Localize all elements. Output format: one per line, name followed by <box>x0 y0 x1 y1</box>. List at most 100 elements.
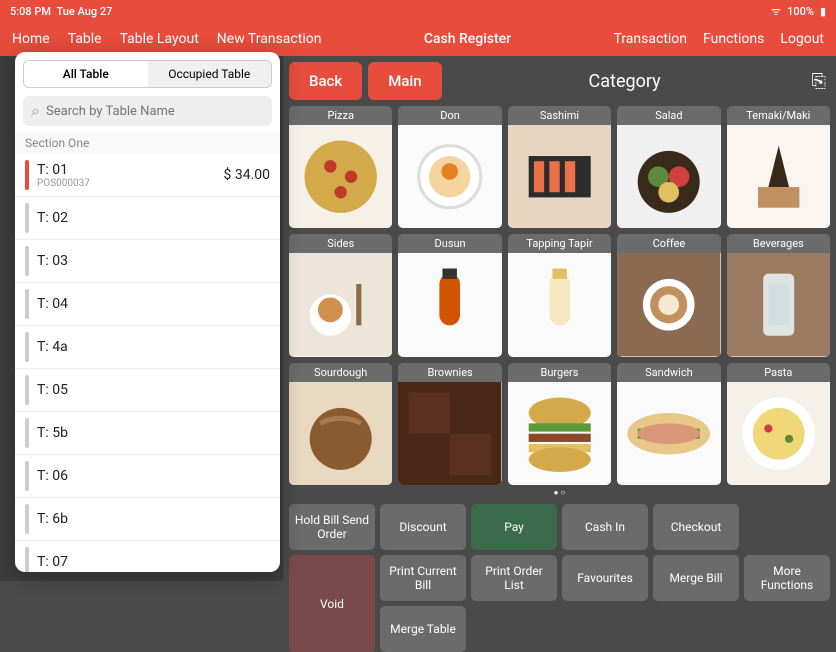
seg-all-table[interactable]: All Table <box>24 61 148 87</box>
category-tile[interactable]: Sourdough <box>289 363 392 485</box>
cash-in-button[interactable]: Cash In <box>562 504 648 550</box>
food-image <box>398 253 501 356</box>
checkout-button[interactable]: Checkout <box>653 504 739 550</box>
category-tile[interactable]: Sides <box>289 234 392 356</box>
category-tile[interactable]: Beverages <box>727 234 830 356</box>
status-bar-indicator <box>25 547 29 572</box>
nav-table-layout[interactable]: Table Layout <box>120 31 199 47</box>
food-image <box>617 253 720 356</box>
nav-new-transaction[interactable]: New Transaction <box>217 31 322 47</box>
page-title: Cash Register <box>321 31 613 47</box>
table-name: T: 03 <box>37 253 270 269</box>
food-image <box>617 382 720 485</box>
category-tile[interactable]: Dusun <box>398 234 501 356</box>
void-button[interactable]: Void <box>289 555 375 652</box>
page-dots: ● ○ <box>289 485 830 500</box>
status-bar-indicator <box>25 203 29 233</box>
status-bar-indicator <box>25 504 29 534</box>
back-button[interactable]: Back <box>289 62 362 100</box>
category-tile[interactable]: Tapping Tapir <box>508 234 611 356</box>
category-label: Sides <box>289 234 392 253</box>
table-row[interactable]: T: 05 <box>15 369 280 412</box>
discount-button[interactable]: Discount <box>380 504 466 550</box>
category-label: Pizza <box>289 106 392 125</box>
search-field[interactable]: ⌕ <box>23 96 272 126</box>
table-row[interactable]: T: 04 <box>15 283 280 326</box>
merge-bill-button[interactable]: Merge Bill <box>653 555 739 601</box>
table-name: T: 4a <box>37 339 270 355</box>
section-header: Section One <box>15 132 280 154</box>
wifi-icon: ᯤ <box>771 4 781 19</box>
category-tile[interactable]: Don <box>398 106 501 228</box>
category-label: Dusun <box>398 234 501 253</box>
status-bar: 5:08 PM Tue Aug 27 ᯤ100%▮ <box>0 0 836 22</box>
category-tile[interactable]: Salad <box>617 106 720 228</box>
food-image <box>289 253 392 356</box>
category-tile[interactable]: Brownies <box>398 363 501 485</box>
favourites-button[interactable]: Favourites <box>562 555 648 601</box>
category-tile[interactable]: Coffee <box>617 234 720 356</box>
category-label: Don <box>398 106 501 125</box>
table-name: T: 5b <box>37 425 270 441</box>
pay-button[interactable]: Pay <box>471 504 557 550</box>
nav-table[interactable]: Table <box>68 31 102 47</box>
food-image <box>727 125 830 228</box>
more-functions-button[interactable]: More Functions <box>744 555 830 601</box>
food-image <box>289 125 392 228</box>
table-row[interactable]: T: 07 <box>15 541 280 572</box>
print-bill-button[interactable]: Print Current Bill <box>380 555 466 601</box>
category-label: Burgers <box>508 363 611 382</box>
table-name: T: 04 <box>37 296 270 312</box>
table-row[interactable]: T: 06 <box>15 455 280 498</box>
barcode-icon[interactable]: ⎘ <box>808 67 830 96</box>
category-label: Sandwich <box>617 363 720 382</box>
search-input[interactable] <box>46 104 264 119</box>
table-name: T: 05 <box>37 382 270 398</box>
food-image <box>727 382 830 485</box>
main-button[interactable]: Main <box>368 62 441 100</box>
category-tile[interactable]: Pasta <box>727 363 830 485</box>
table-name: T: 01 <box>37 162 223 178</box>
seg-occupied-table[interactable]: Occupied Table <box>148 61 272 87</box>
food-image <box>508 253 611 356</box>
food-image <box>508 125 611 228</box>
category-tile[interactable]: Sandwich <box>617 363 720 485</box>
nav-functions[interactable]: Functions <box>703 31 764 47</box>
table-row[interactable]: T: 02 <box>15 197 280 240</box>
table-row[interactable]: T: 4a <box>15 326 280 369</box>
status-bar-indicator <box>25 289 29 319</box>
merge-table-button[interactable]: Merge Table <box>380 606 466 652</box>
table-row[interactable]: T: 5b <box>15 412 280 455</box>
table-name: T: 07 <box>37 554 270 570</box>
category-tile[interactable]: Pizza <box>289 106 392 228</box>
status-bar-indicator <box>25 332 29 362</box>
table-row[interactable]: T: 6b <box>15 498 280 541</box>
nav-transaction[interactable]: Transaction <box>614 31 688 47</box>
category-label: Salad <box>617 106 720 125</box>
category-label: Sourdough <box>289 363 392 382</box>
category-label: Beverages <box>727 234 830 253</box>
category-tile[interactable]: Temaki/Maki <box>727 106 830 228</box>
nav-home[interactable]: Home <box>12 31 50 47</box>
hold-bill-button[interactable]: Hold Bill Send Order <box>289 504 375 550</box>
table-row[interactable]: T: 01POS000037$ 34.00 <box>15 154 280 197</box>
status-bar-indicator <box>25 461 29 491</box>
category-label: Tapping Tapir <box>508 234 611 253</box>
food-image <box>727 253 830 356</box>
food-image <box>617 125 720 228</box>
category-tile[interactable]: Burgers <box>508 363 611 485</box>
category-label: Sashimi <box>508 106 611 125</box>
nav-logout[interactable]: Logout <box>780 31 824 47</box>
food-image <box>398 382 501 485</box>
table-name: T: 02 <box>37 210 270 226</box>
navbar: Home Table Table Layout New Transaction … <box>0 22 836 56</box>
table-row[interactable]: T: 03 <box>15 240 280 283</box>
category-tile[interactable]: Sashimi <box>508 106 611 228</box>
status-bar-indicator <box>25 418 29 448</box>
order-id: POS000037 <box>37 178 223 189</box>
food-image <box>508 382 611 485</box>
print-order-button[interactable]: Print Order List <box>471 555 557 601</box>
category-label: Brownies <box>398 363 501 382</box>
search-icon: ⌕ <box>31 101 40 121</box>
category-label: Pasta <box>727 363 830 382</box>
